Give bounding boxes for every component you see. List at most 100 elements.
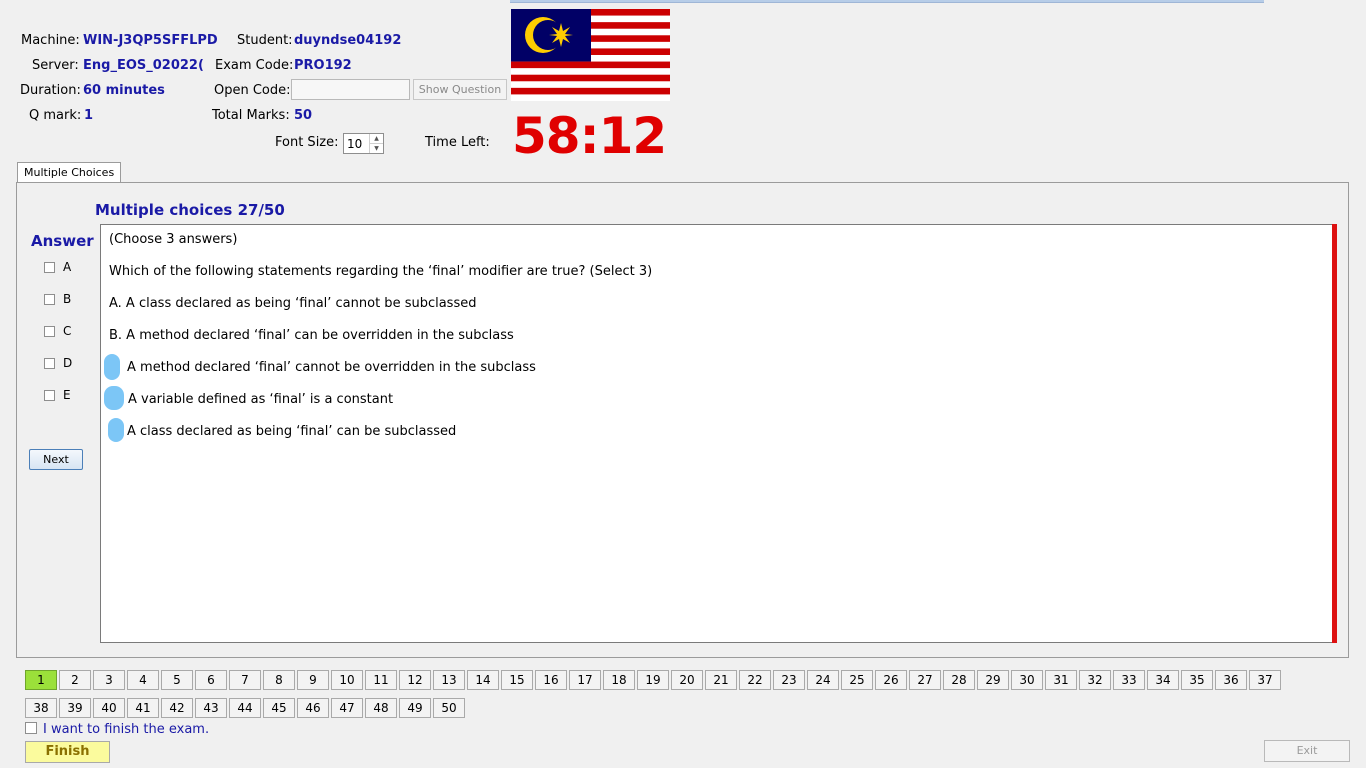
question-scroll-indicator [1332,224,1337,643]
question-option-e: A class declared as being ‘final’ can be… [127,424,457,439]
question-number-button[interactable]: 11 [365,670,397,690]
answer-checkbox-b[interactable] [44,294,55,305]
question-number-button[interactable]: 13 [433,670,465,690]
question-number-button[interactable]: 50 [433,698,465,718]
question-number-button[interactable]: 28 [943,670,975,690]
question-number-button[interactable]: 42 [161,698,193,718]
question-option-a: A. A class declared as being ‘final’ can… [109,296,477,311]
question-number-button[interactable]: 41 [127,698,159,718]
question-number-button[interactable]: 36 [1215,670,1247,690]
answer-label-e: E [63,388,71,402]
question-number-button[interactable]: 37 [1249,670,1281,690]
question-number-button[interactable]: 10 [331,670,363,690]
question-number-button[interactable]: 21 [705,670,737,690]
question-number-button[interactable]: 16 [535,670,567,690]
question-number-button[interactable]: 32 [1079,670,1111,690]
question-number-button[interactable]: 5 [161,670,193,690]
answer-checkbox-d[interactable] [44,358,55,369]
student-value: duyndse04192 [294,33,402,48]
question-number-button[interactable]: 38 [25,698,57,718]
time-left-label: Time Left: [425,135,490,150]
question-number-button[interactable]: 29 [977,670,1009,690]
machine-value: WIN-J3QP5SFFLPD [83,33,218,48]
question-number-button[interactable]: 35 [1181,670,1213,690]
answer-label-b: B [63,292,72,306]
redaction-mark [104,354,120,380]
answer-label-c: C [63,324,72,338]
answer-title: Answer [31,232,94,250]
question-number-button[interactable]: 8 [263,670,295,690]
question-number-button[interactable]: 40 [93,698,125,718]
question-title: Multiple choices 27/50 [95,201,285,219]
stepper-down-icon[interactable]: ▼ [370,144,383,154]
stepper-buttons[interactable]: ▲ ▼ [369,134,383,153]
question-number-button[interactable]: 30 [1011,670,1043,690]
qmark-value: 1 [84,108,94,123]
server-value: Eng_EOS_02022( [83,58,204,73]
question-number-button[interactable]: 31 [1045,670,1077,690]
redaction-mark [108,418,124,442]
answer-label-a: A [63,260,72,274]
question-number-button[interactable]: 47 [331,698,363,718]
question-number-button[interactable]: 43 [195,698,227,718]
question-option-c: A method declared ‘final’ cannot be over… [127,360,536,375]
question-number-button[interactable]: 48 [365,698,397,718]
question-number-button[interactable]: 9 [297,670,329,690]
show-question-button[interactable]: Show Question [413,79,507,100]
question-number-button[interactable]: 39 [59,698,91,718]
answer-checkbox-c[interactable] [44,326,55,337]
font-size-value: 10 [347,137,363,151]
question-number-button[interactable]: 45 [263,698,295,718]
question-number-button[interactable]: 27 [909,670,941,690]
question-line: Which of the following statements regard… [109,264,653,279]
question-number-button[interactable]: 12 [399,670,431,690]
answer-checkbox-e[interactable] [44,390,55,401]
question-number-button[interactable]: 20 [671,670,703,690]
question-line: (Choose 3 answers) [109,232,238,247]
question-number-button[interactable]: 18 [603,670,635,690]
open-code-input[interactable] [291,79,410,100]
exit-button[interactable]: Exit [1264,740,1350,762]
question-number-button[interactable]: 49 [399,698,431,718]
top-window-strip [510,0,1264,3]
question-number-button[interactable]: 17 [569,670,601,690]
finish-button[interactable]: Finish [25,741,110,763]
question-number-button[interactable]: 33 [1113,670,1145,690]
question-number-button[interactable]: 34 [1147,670,1179,690]
question-number-button[interactable]: 24 [807,670,839,690]
qmark-label: Q mark: [29,108,82,123]
duration-value: 60 minutes [83,83,165,98]
redaction-mark [104,386,124,410]
total-marks-label: Total Marks: [212,108,290,123]
question-number-button[interactable]: 19 [637,670,669,690]
question-number-button[interactable]: 15 [501,670,533,690]
open-code-label: Open Code: [214,83,291,98]
question-number-button[interactable]: 2 [59,670,91,690]
total-marks-value: 50 [294,108,313,123]
stepper-up-icon[interactable]: ▲ [370,134,383,144]
question-number-button[interactable]: 7 [229,670,261,690]
finish-exam-checkbox-label: I want to finish the exam. [43,722,210,737]
tab-multiple-choices[interactable]: Multiple Choices [17,162,122,183]
question-number-button[interactable]: 3 [93,670,125,690]
answer-checkbox-a[interactable] [44,262,55,273]
exam-code-value: PRO192 [294,58,352,73]
font-size-stepper[interactable]: 10 ▲ ▼ [343,133,384,154]
question-number-button[interactable]: 4 [127,670,159,690]
question-number-button[interactable]: 25 [841,670,873,690]
question-number-button[interactable]: 26 [875,670,907,690]
question-number-button[interactable]: 14 [467,670,499,690]
question-number-button[interactable]: 44 [229,698,261,718]
next-button[interactable]: Next [29,449,83,470]
student-label: Student: [237,33,293,48]
question-number-button[interactable]: 22 [739,670,771,690]
question-number-button[interactable]: 46 [297,698,329,718]
question-number-button[interactable]: 23 [773,670,805,690]
question-option-b: B. A method declared ‘final’ can be over… [109,328,514,343]
finish-exam-checkbox[interactable] [25,722,37,734]
question-number-button[interactable]: 6 [195,670,227,690]
answer-label-d: D [63,356,73,370]
malaysia-flag-icon [511,9,670,101]
question-number-button[interactable]: 1 [25,670,57,690]
server-label: Server: [32,58,79,73]
